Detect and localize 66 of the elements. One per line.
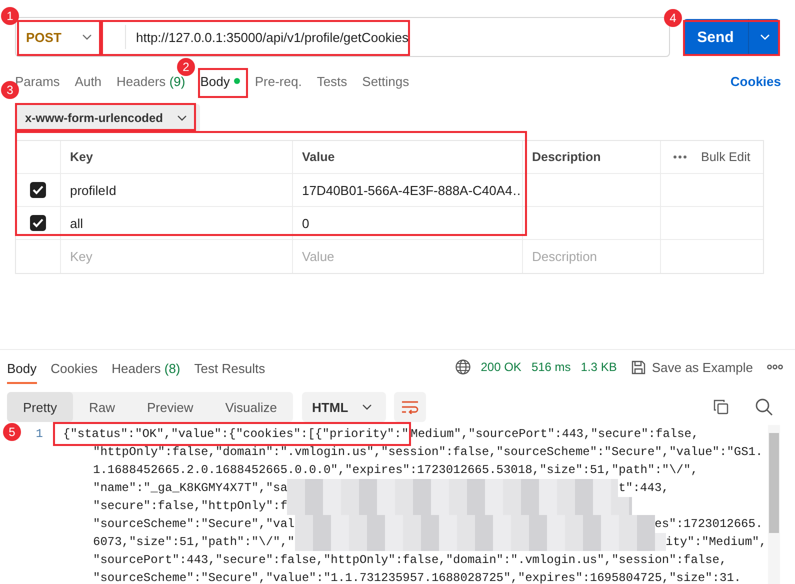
checkbox[interactable] bbox=[30, 182, 46, 198]
column-header: Value bbox=[293, 141, 523, 173]
response-tab[interactable]: Headers (8) bbox=[112, 350, 180, 384]
step-badge: 2 bbox=[177, 58, 195, 76]
response-tab[interactable]: Body bbox=[7, 350, 37, 384]
request-bar[interactable]: POST http://127.0.0.1:35000/api/v1/profile/getCookies bbox=[15, 17, 670, 57]
code-text: {"status":"OK","value":{"cookies":[{"priority":" bbox=[63, 427, 409, 441]
request-tab[interactable]: Tests bbox=[316, 74, 348, 88]
caret-icon bbox=[82, 34, 92, 40]
code-text: t":443, bbox=[618, 480, 669, 497]
code-text: "sourceScheme":"Secure","value":"1.1.731235957.1688028725","expires":1695804725,"size":31. bbox=[93, 570, 742, 584]
key-cell: all bbox=[61, 207, 293, 239]
code-text: "sourceScheme":"Secure","val bbox=[93, 516, 295, 533]
response-tab[interactable]: Cookies bbox=[50, 350, 98, 384]
method-dropdown[interactable]: POST bbox=[22, 23, 96, 51]
format-tab[interactable]: Preview bbox=[130, 392, 210, 422]
code-text: Medium","sourcePort":443,"secure":false, bbox=[410, 426, 699, 443]
value-cell: 0 bbox=[293, 207, 523, 239]
request-tab[interactable]: Auth bbox=[74, 74, 102, 88]
format-tab[interactable]: Pretty bbox=[7, 392, 73, 422]
code-text: es":1723012665. bbox=[654, 516, 763, 533]
search-icon[interactable] bbox=[755, 398, 773, 416]
code-text: "secure":false,"httpOnly":f bbox=[93, 498, 288, 515]
wrap-lines-icon bbox=[401, 400, 420, 414]
send-button[interactable]: Send bbox=[683, 19, 748, 55]
save-as-example-button[interactable]: Save as Example bbox=[630, 360, 753, 374]
code-text: "httpOnly":false,"domain":".vmlogin.us","session":false,"sourceScheme":"Secure","value":"GS1. bbox=[93, 444, 763, 461]
column-header: Description bbox=[523, 141, 661, 173]
more-icon[interactable] bbox=[673, 155, 687, 159]
save-icon bbox=[630, 360, 646, 374]
step-badge: 5 bbox=[3, 423, 21, 441]
wrap-lines-button[interactable] bbox=[394, 392, 426, 422]
url-field[interactable]: http://127.0.0.1:35000/api/v1/profile/getCookies bbox=[136, 23, 408, 51]
code-text: "sourcePort":443,"secure":false,"httpOnly":false,"domain":".vmlogin.us","session":false, bbox=[93, 552, 727, 569]
step-badge: 4 bbox=[664, 9, 682, 27]
more-icon[interactable] bbox=[767, 364, 783, 370]
response-tab[interactable]: Test Results bbox=[194, 350, 266, 384]
copy-icon[interactable] bbox=[713, 399, 729, 415]
caret-icon bbox=[760, 34, 770, 40]
request-tab[interactable]: Settings bbox=[362, 74, 410, 88]
request-tab[interactable]: Body bbox=[200, 74, 240, 88]
status-code: 200 OK bbox=[480, 360, 522, 374]
line-number: 1 bbox=[34, 426, 43, 443]
column-header: Key bbox=[61, 141, 293, 173]
highlight-frame bbox=[198, 68, 248, 98]
caret-icon bbox=[177, 115, 188, 121]
code-text: 6073,"size":51,"path":"\/"," bbox=[93, 534, 295, 551]
language-dropdown[interactable]: HTML bbox=[302, 392, 386, 422]
request-tab[interactable]: Pre-req. bbox=[254, 74, 302, 88]
bulk-edit-button[interactable]: Bulk Edit bbox=[701, 150, 750, 164]
globe-icon[interactable] bbox=[454, 359, 471, 375]
request-tab[interactable]: Headers (9) bbox=[116, 74, 186, 88]
scrollbar[interactable] bbox=[768, 425, 780, 584]
step-badge: 1 bbox=[1, 7, 19, 25]
format-tab[interactable]: Raw bbox=[72, 392, 131, 422]
code-text: ity":"Medium", bbox=[666, 534, 766, 551]
code-text: "name":"_ga_K8KGMY4X7T","sa bbox=[93, 480, 288, 497]
cookies-link[interactable]: Cookies bbox=[730, 74, 781, 88]
response-time: 516 ms bbox=[531, 360, 571, 374]
key-cell: profileId bbox=[61, 174, 293, 206]
code-text: 1.1688452665.2.0.1688452665.0.0.0","expires":1723012665.53018,"size":51,"path":"\/", bbox=[93, 462, 698, 479]
format-tab[interactable]: Visualize bbox=[209, 392, 294, 422]
response-size: 1.3 KB bbox=[580, 360, 617, 374]
checkbox[interactable] bbox=[30, 215, 46, 231]
value-cell: 17D40B01-566A-4E3F-888A-C40A4… bbox=[293, 174, 523, 206]
caret-icon bbox=[362, 404, 372, 410]
